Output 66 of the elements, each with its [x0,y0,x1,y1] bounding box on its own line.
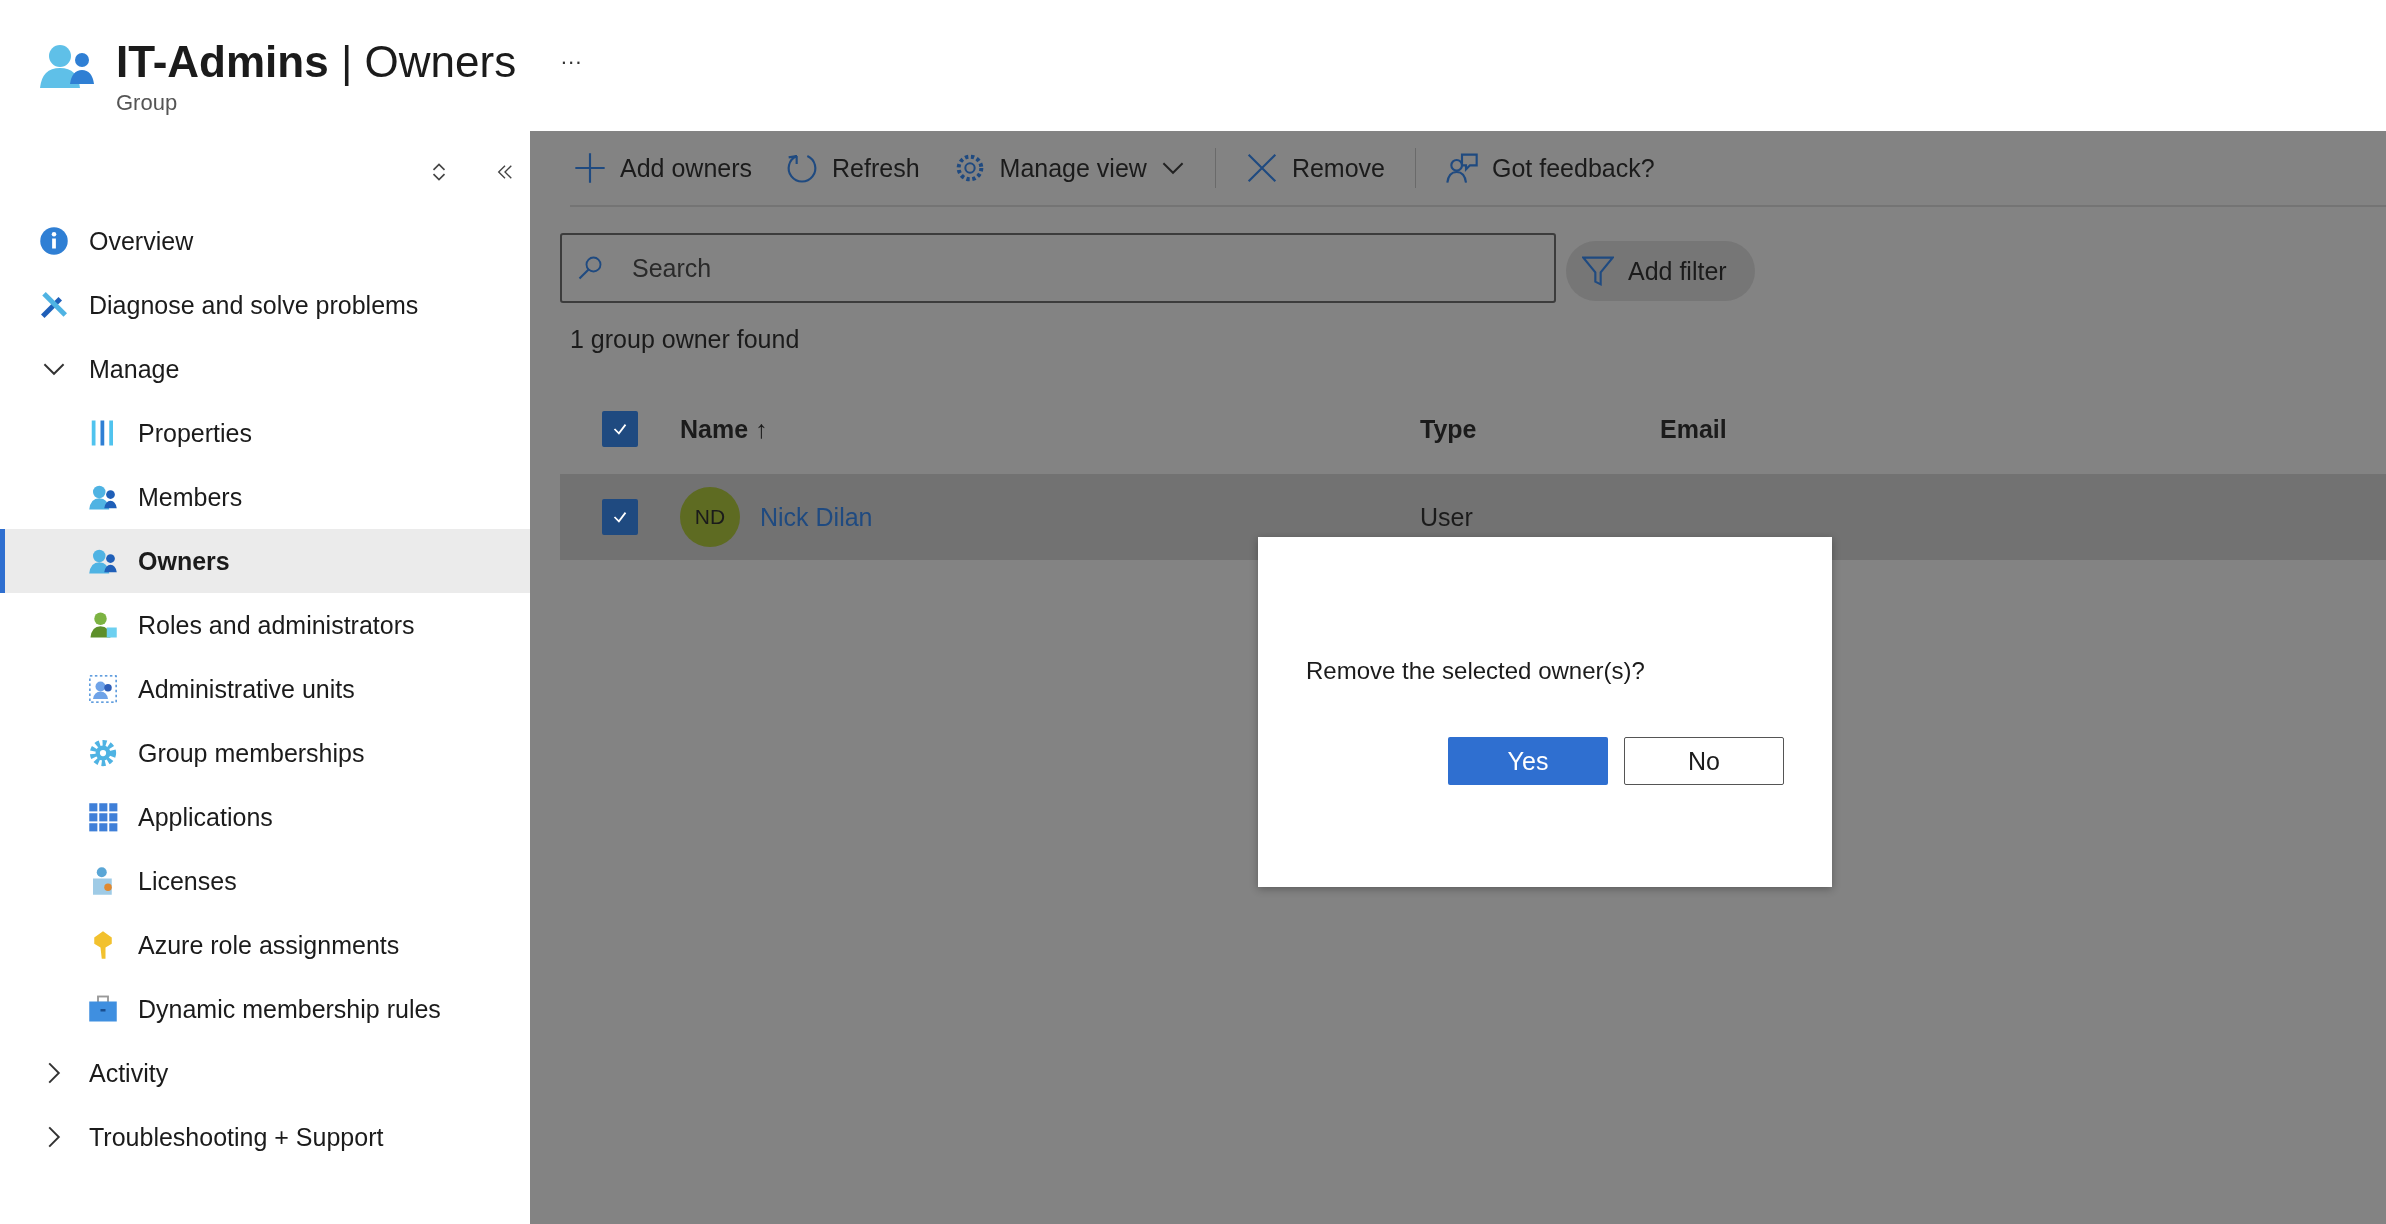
toolbar-button[interactable]: Manage view [949,152,1189,184]
nav-label: Applications [138,802,273,832]
tools-icon [39,290,69,320]
nav-item[interactable]: Applications [0,785,530,849]
confirm-button[interactable]: Yes [1448,737,1608,785]
nav-label: Administrative units [138,674,355,704]
nav-label: Properties [138,418,252,448]
checkbox[interactable] [602,411,638,447]
feedback-icon [1446,152,1478,184]
plus-icon [574,152,606,184]
page-title: IT-Admins | Owners [116,38,517,87]
checkbox[interactable] [602,499,638,535]
nav-group[interactable]: Manage [0,337,530,401]
gear-icon [88,738,118,768]
nav-item[interactable]: Dynamic membership rules [0,977,530,1041]
refresh-icon [786,152,819,184]
column-header[interactable]: Email [1660,414,1727,444]
nav-item[interactable]: Owners [0,529,530,593]
nav-label: Azure role assignments [138,930,400,960]
toolbar-button[interactable]: Got feedback? [1442,152,1659,184]
result-count: 1 group owner found [570,325,801,354]
search-field[interactable]: Search [560,233,1556,303]
page-subtitle: Group [116,90,179,117]
nav-label: Activity [89,1058,169,1088]
nav-label: Diagnose and solve problems [89,290,419,320]
nav-group[interactable]: Troubleshooting + Support [0,1105,530,1169]
nav-label: Manage [89,354,180,384]
briefcase-icon [88,994,118,1024]
nav-item[interactable]: Overview [0,209,530,273]
column-header[interactable]: Name ↑ [680,414,1420,444]
person-badge-icon [88,610,118,640]
nav-item[interactable]: Diagnose and solve problems [0,273,530,337]
avatar: ND [680,487,740,547]
nav-label: Roles and administrators [138,610,415,640]
add-filter-button[interactable]: Add filter [1566,241,1755,301]
search-icon [576,254,604,282]
cancel-button[interactable]: No [1624,737,1784,785]
close-icon [1245,152,1278,184]
nav-label: Dynamic membership rules [138,994,441,1024]
column-header[interactable]: Type [1420,414,1660,444]
table-row[interactable]: ND Nick Dilan User [560,474,2386,560]
nav-label: Owners [138,546,230,576]
nav-item[interactable]: Administrative units [0,657,530,721]
info-icon [39,226,69,256]
sort-icon[interactable] [430,161,448,183]
nav-item[interactable]: Group memberships [0,721,530,785]
table-cell-text: User [1420,502,1474,532]
nav-label: Troubleshooting + Support [89,1122,384,1152]
grid-icon [88,802,118,832]
dialog-message: Remove the selected owner(s)? [1306,657,1646,685]
more-button[interactable]: ··· [556,49,587,76]
nav-item[interactable]: Roles and administrators [0,593,530,657]
toolbar-button[interactable]: Add owners [570,152,757,184]
nav-group[interactable]: Activity [0,1041,530,1105]
toolbar-button[interactable]: Refresh [782,152,924,184]
toolbar-button[interactable]: Remove [1241,152,1389,184]
nav-item[interactable]: Members [0,465,530,529]
nav-label: Members [138,482,243,512]
nav-item[interactable]: Azure role assignments [0,913,530,977]
nav-label: Overview [89,226,194,256]
people-frame-icon [88,674,118,704]
nav-label: Group memberships [138,738,365,768]
filter-icon [1582,255,1614,287]
nav-label: Licenses [138,866,237,896]
nav-item[interactable]: Properties [0,401,530,465]
nav-item[interactable]: Licenses [0,849,530,913]
